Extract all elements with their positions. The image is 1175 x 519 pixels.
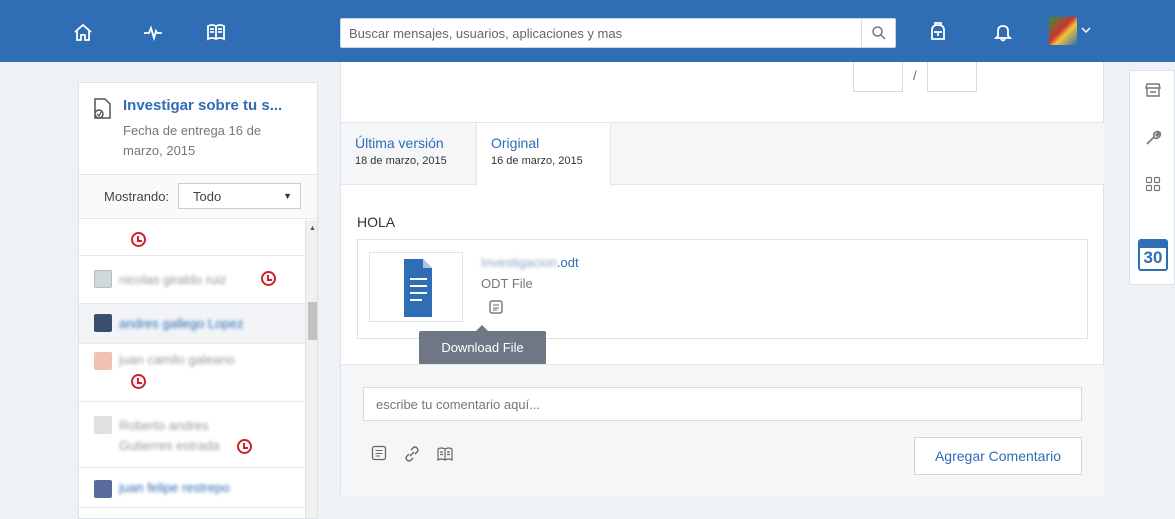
download-tooltip: Download File xyxy=(419,325,546,365)
attach-file-icon[interactable] xyxy=(371,445,387,464)
book-icon[interactable] xyxy=(203,19,229,45)
backpack-icon[interactable] xyxy=(925,19,951,45)
chevron-down-icon[interactable] xyxy=(1080,24,1092,39)
book-icon[interactable] xyxy=(436,445,454,466)
scroll-up-arrow-icon[interactable]: ▲ xyxy=(309,225,316,232)
tab-label: Última versión xyxy=(355,135,444,151)
grade-input[interactable] xyxy=(853,62,903,92)
filter-selected-value: Todo xyxy=(193,189,222,204)
wrench-icon[interactable] xyxy=(1142,127,1164,149)
filter-label: Mostrando: xyxy=(104,189,170,204)
file-name-link[interactable]: Investigacion.odt xyxy=(481,255,579,270)
list-item[interactable]: nicolas giraldo ruiz xyxy=(79,256,305,304)
download-file-icon[interactable] xyxy=(489,300,503,317)
avatar xyxy=(94,416,112,434)
student-name: andres gallego Lopez xyxy=(119,316,244,331)
search-button[interactable] xyxy=(861,19,895,47)
list-item[interactable] xyxy=(79,220,305,256)
assignment-due-date: Fecha de entrega 16 de marzo, 2015 xyxy=(123,123,262,158)
store-icon[interactable] xyxy=(1142,79,1164,101)
filter-row: Mostrando: Todo ▼ xyxy=(79,175,317,219)
grade-max-input[interactable] xyxy=(927,62,977,92)
late-clock-icon xyxy=(131,232,146,247)
user-avatar[interactable] xyxy=(1049,17,1077,45)
right-toolbar: 30 xyxy=(1129,70,1175,285)
scrollbar-thumb[interactable] xyxy=(308,302,317,340)
document-icon xyxy=(404,259,432,317)
link-icon[interactable] xyxy=(403,445,421,466)
search-input[interactable] xyxy=(349,19,849,47)
late-clock-icon xyxy=(237,439,252,454)
student-name: juan camilo galeano xyxy=(119,352,235,367)
list-item[interactable]: Roberto andres Gutierres estrada xyxy=(79,402,305,468)
calendar-icon[interactable]: 30 xyxy=(1138,239,1168,271)
version-tabs: Última versión 18 de marzo, 2015 Origina… xyxy=(341,122,1104,186)
student-name: Roberto andres Gutierres estrada xyxy=(119,418,220,453)
late-clock-icon xyxy=(131,374,146,389)
home-icon[interactable] xyxy=(70,19,96,45)
assignment-title[interactable]: Investigar sobre tu s... xyxy=(123,97,282,114)
file-name-blurred: Investigacion xyxy=(481,255,557,270)
student-name: nicolas giraldo ruiz xyxy=(119,272,227,287)
avatar xyxy=(94,352,112,370)
attachment-card: Investigacion.odt ODT File xyxy=(357,239,1088,339)
activity-icon[interactable] xyxy=(140,19,166,45)
calendar-day: 30 xyxy=(1143,248,1163,267)
tab-latest-version[interactable]: Última versión 18 de marzo, 2015 xyxy=(341,123,476,185)
avatar xyxy=(94,270,112,288)
calendar-header xyxy=(1140,241,1166,248)
avatar xyxy=(94,314,112,332)
submission-text: HOLA xyxy=(357,214,396,230)
file-thumbnail[interactable] xyxy=(369,252,463,322)
tab-original[interactable]: Original 16 de marzo, 2015 xyxy=(476,123,611,186)
late-clock-icon xyxy=(261,271,276,286)
student-list: nicolas giraldo ruiz andres gallego Lope… xyxy=(79,220,305,518)
bell-icon[interactable] xyxy=(990,19,1016,45)
assignment-header: Investigar sobre tu s... Fecha de entreg… xyxy=(79,83,317,175)
avatar xyxy=(94,480,112,498)
list-item[interactable]: juan camilo galeano xyxy=(79,344,305,402)
dropdown-arrow-icon: ▼ xyxy=(283,191,292,201)
search-icon xyxy=(871,26,886,40)
list-scrollbar[interactable]: ▲ xyxy=(305,220,317,518)
tab-date: 18 de marzo, 2015 xyxy=(355,155,447,167)
list-item-selected[interactable]: andres gallego Lopez xyxy=(79,304,305,344)
filter-select[interactable]: Todo ▼ xyxy=(178,183,301,209)
assignment-doc-icon xyxy=(94,98,111,119)
file-extension: .odt xyxy=(556,255,579,270)
comment-input[interactable] xyxy=(364,388,1081,420)
file-type: ODT File xyxy=(481,276,533,291)
submission-panel: / Última versión 18 de marzo, 2015 Origi… xyxy=(340,62,1104,495)
list-item[interactable]: juan felipe restrepo xyxy=(79,468,305,508)
tab-label: Original xyxy=(491,135,540,151)
assignment-panel: Investigar sobre tu s... Fecha de entreg… xyxy=(78,82,318,519)
apps-grid-icon[interactable] xyxy=(1142,173,1164,195)
top-navigation-bar xyxy=(0,0,1175,62)
tab-date: 16 de marzo, 2015 xyxy=(491,155,583,167)
comment-section: Agregar Comentario xyxy=(341,364,1104,495)
grade-separator: / xyxy=(913,68,917,83)
student-name: juan felipe restrepo xyxy=(119,480,230,495)
search-bar xyxy=(340,18,896,48)
comment-field xyxy=(363,387,1082,421)
add-comment-button[interactable]: Agregar Comentario xyxy=(914,437,1082,475)
